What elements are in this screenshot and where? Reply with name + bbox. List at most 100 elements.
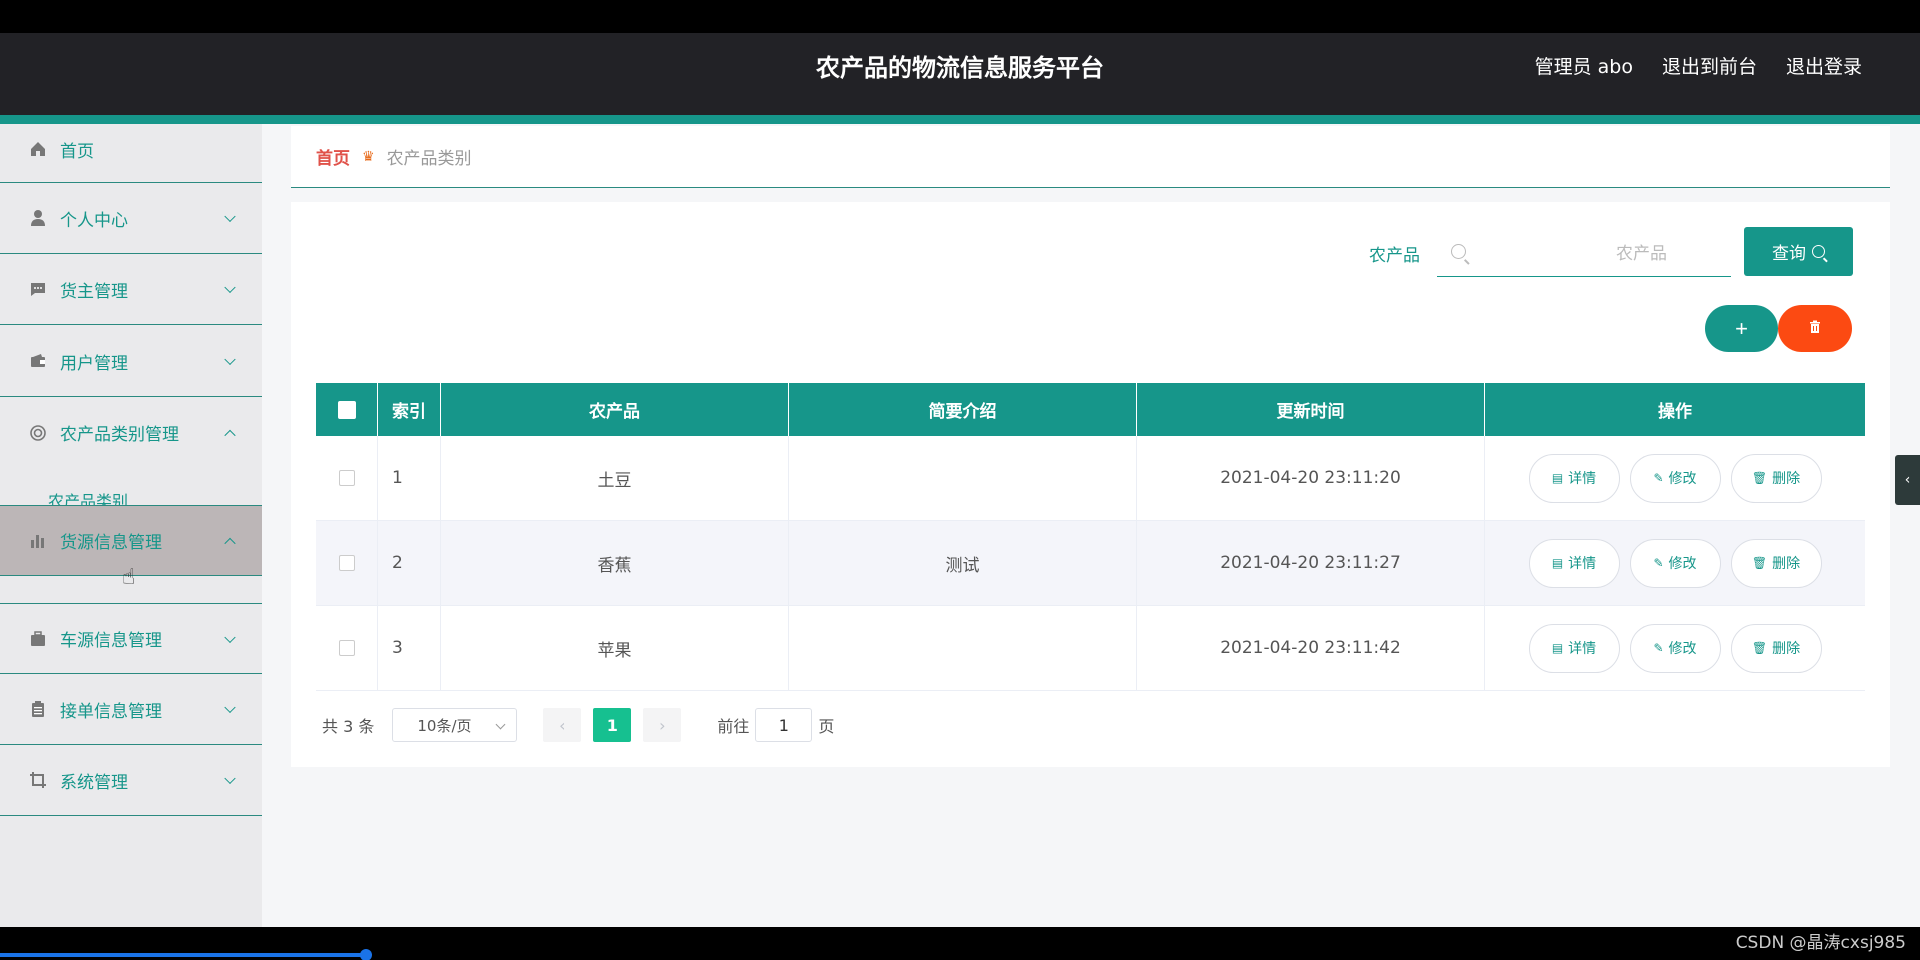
- chat-icon: [28, 279, 48, 299]
- sidebar-item-system[interactable]: 系统管理: [0, 745, 262, 816]
- delete-button[interactable]: 🗑 删除: [1730, 538, 1822, 588]
- sidebar-item-orders[interactable]: 接单信息管理: [0, 674, 262, 745]
- chevron-up-icon: [224, 537, 236, 549]
- sidebar-item-personal[interactable]: 个人中心: [0, 183, 262, 254]
- wallet-icon: [28, 351, 48, 371]
- row-product: 苹果: [441, 606, 789, 690]
- edit-icon: ✎: [1653, 641, 1664, 655]
- select-all-checkbox[interactable]: [337, 400, 356, 419]
- row-actions: ▤ 详情 ✎ 修改 🗑 删除: [1485, 521, 1865, 605]
- side-collapse-tab[interactable]: ‹: [1895, 455, 1920, 505]
- trash-icon: 🗑: [1751, 641, 1768, 655]
- chevron-down-icon: [224, 701, 236, 714]
- prev-page-button[interactable]: ‹: [543, 708, 582, 742]
- page-number-current[interactable]: 1: [593, 708, 632, 742]
- row-checkbox[interactable]: [338, 640, 355, 656]
- sidebar-item-vehicle[interactable]: 车源信息管理: [0, 603, 262, 674]
- next-page-button[interactable]: ›: [643, 708, 682, 742]
- goto-label: 前往: [717, 717, 750, 736]
- video-progress-handle[interactable]: [360, 949, 372, 960]
- row-product: 土豆: [441, 436, 789, 520]
- admin-label: 管理员 abo: [1534, 56, 1633, 78]
- delete-label: 删除: [1772, 641, 1801, 657]
- chevron-down-icon: [224, 631, 236, 643]
- to-frontend-link[interactable]: 退出到前台: [1662, 52, 1757, 79]
- header-index: 索引: [378, 383, 441, 436]
- sidebar-item-label: 个人中心: [60, 210, 128, 231]
- video-progress-bar[interactable]: [0, 953, 366, 957]
- sidebar-item-label: 车源信息管理: [60, 631, 162, 651]
- row-intro: 测试: [789, 521, 1137, 605]
- header-intro: 简要介绍: [789, 383, 1137, 436]
- document-icon: ▤: [1551, 641, 1564, 655]
- breadcrumb-home[interactable]: 首页: [316, 144, 350, 169]
- row-intro: [789, 606, 1137, 690]
- query-button[interactable]: 查询: [1744, 227, 1853, 276]
- edit-icon: ✎: [1653, 556, 1664, 570]
- search-field[interactable]: [1437, 232, 1731, 277]
- trash-icon: 🗑: [1751, 471, 1768, 485]
- page-size-select[interactable]: 10条/页: [392, 708, 518, 742]
- logout-link[interactable]: 退出登录: [1786, 52, 1862, 79]
- chevron-left-icon: ‹: [559, 715, 566, 735]
- table-row: 3 苹果 2021-04-20 23:11:42 ▤ 详情 ✎ 修改 🗑 删除: [316, 606, 1865, 691]
- detail-label: 详情: [1568, 556, 1597, 572]
- query-button-label: 查询: [1772, 244, 1806, 264]
- row-index: 1: [378, 436, 441, 520]
- detail-button[interactable]: ▤ 详情: [1528, 538, 1620, 588]
- sidebar-item-label: 货主管理: [60, 281, 128, 302]
- goto-page-input[interactable]: [755, 708, 813, 742]
- user-icon: [28, 208, 48, 228]
- sidebar-item-label: 系统管理: [60, 772, 128, 793]
- sidebar-item-users[interactable]: 用户管理: [0, 326, 262, 397]
- home-icon: [28, 139, 48, 159]
- edit-icon: ✎: [1653, 471, 1664, 485]
- search-icon: [1451, 244, 1466, 259]
- detail-button[interactable]: ▤ 详情: [1528, 453, 1620, 503]
- edit-button[interactable]: ✎ 修改: [1629, 453, 1721, 503]
- row-actions: ▤ 详情 ✎ 修改 🗑 删除: [1485, 606, 1865, 690]
- row-checkbox-cell: [316, 521, 378, 605]
- row-intro: [789, 436, 1137, 520]
- document-icon: ▤: [1551, 471, 1564, 485]
- chevron-up-icon: [224, 429, 236, 441]
- batch-delete-button[interactable]: [1778, 305, 1852, 352]
- header-actions: 管理员 abo 退出到前台 退出登录: [1535, 52, 1862, 79]
- delete-label: 删除: [1772, 471, 1801, 487]
- trash-icon: 🗑: [1751, 556, 1768, 570]
- row-index: 2: [378, 521, 441, 605]
- row-checkbox[interactable]: [338, 555, 355, 571]
- lifebuoy-icon: [28, 423, 48, 443]
- sidebar-item-shipper[interactable]: 货主管理: [0, 254, 262, 325]
- pagination-total: 共 3 条: [322, 717, 375, 736]
- header-product: 农产品: [441, 383, 789, 436]
- search-input[interactable]: [1477, 240, 1667, 268]
- edit-label: 修改: [1668, 556, 1697, 572]
- row-checkbox-cell: [316, 606, 378, 690]
- detail-button[interactable]: ▤ 详情: [1528, 623, 1620, 673]
- add-button[interactable]: +: [1705, 305, 1778, 352]
- edit-label: 修改: [1668, 471, 1697, 487]
- breadcrumb-separator-icon: ♛: [362, 148, 375, 165]
- breadcrumb-current: 农产品类别: [386, 149, 472, 169]
- delete-button[interactable]: 🗑 删除: [1730, 453, 1822, 503]
- delete-button[interactable]: 🗑 删除: [1730, 623, 1822, 673]
- search-label: 农产品: [1369, 246, 1420, 266]
- edit-button[interactable]: ✎ 修改: [1629, 623, 1721, 673]
- sidebar-item-label: 货源信息管理: [60, 533, 162, 553]
- row-checkbox[interactable]: [338, 470, 355, 486]
- header-stripe: [0, 115, 1920, 124]
- sidebar-item-home[interactable]: 首页: [0, 116, 262, 183]
- table-row: 1 土豆 2021-04-20 23:11:20 ▤ 详情 ✎ 修改 🗑 删除: [316, 436, 1865, 521]
- hand-cursor-icon: ☝: [122, 565, 136, 590]
- row-index: 3: [378, 606, 441, 690]
- edit-button[interactable]: ✎ 修改: [1629, 538, 1721, 588]
- row-product: 香蕉: [441, 521, 789, 605]
- table-row: 2 香蕉 测试 2021-04-20 23:11:27 ▤ 详情 ✎ 修改 🗑 删除: [316, 521, 1865, 606]
- crop-icon: [28, 770, 48, 790]
- row-checkbox-cell: [316, 436, 378, 520]
- bar-chart-icon: [28, 531, 48, 551]
- chevron-down-icon: [224, 210, 236, 223]
- sidebar-item-product-category[interactable]: 农产品类别管理: [0, 397, 262, 468]
- sidebar-item-label: 接单信息管理: [60, 701, 162, 722]
